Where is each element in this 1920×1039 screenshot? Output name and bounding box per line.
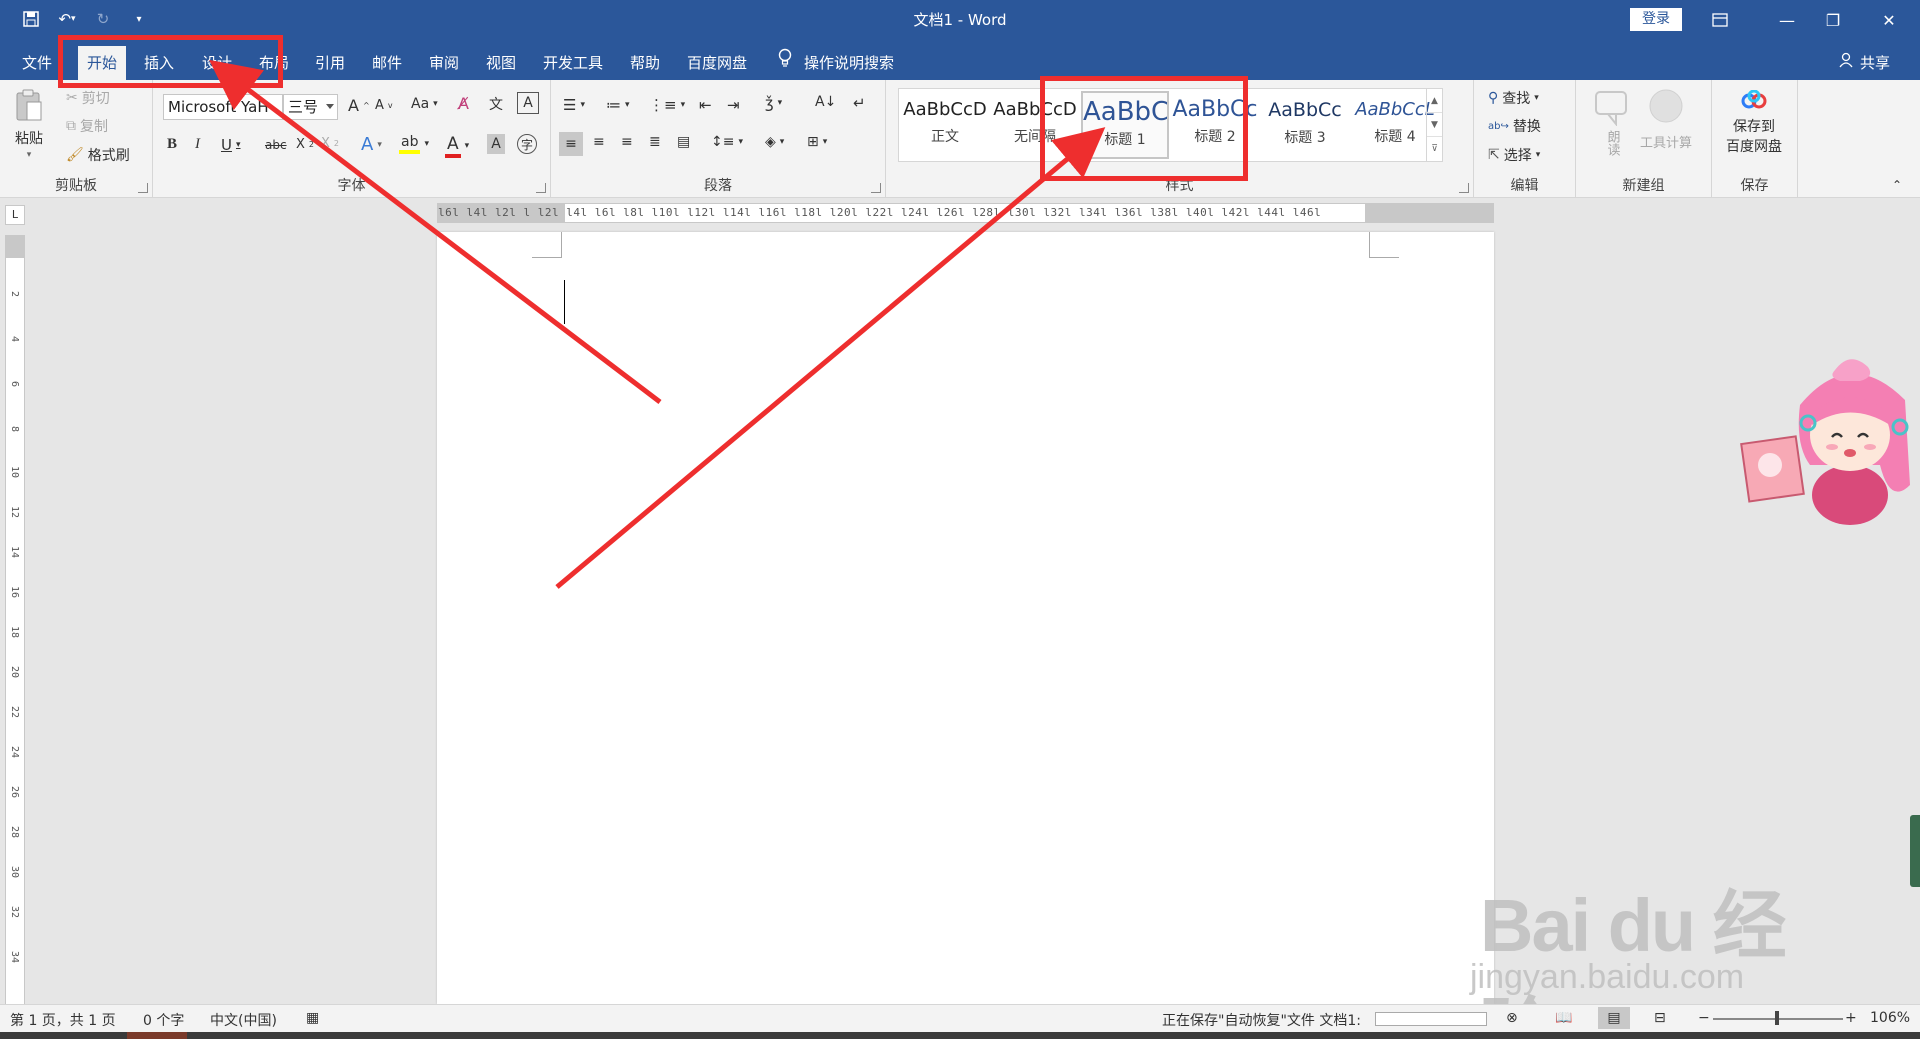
arrow-to-heading-style [555, 127, 1106, 589]
arrow-to-tabs [209, 59, 662, 404]
annotation-arrows [209, 59, 1106, 589]
